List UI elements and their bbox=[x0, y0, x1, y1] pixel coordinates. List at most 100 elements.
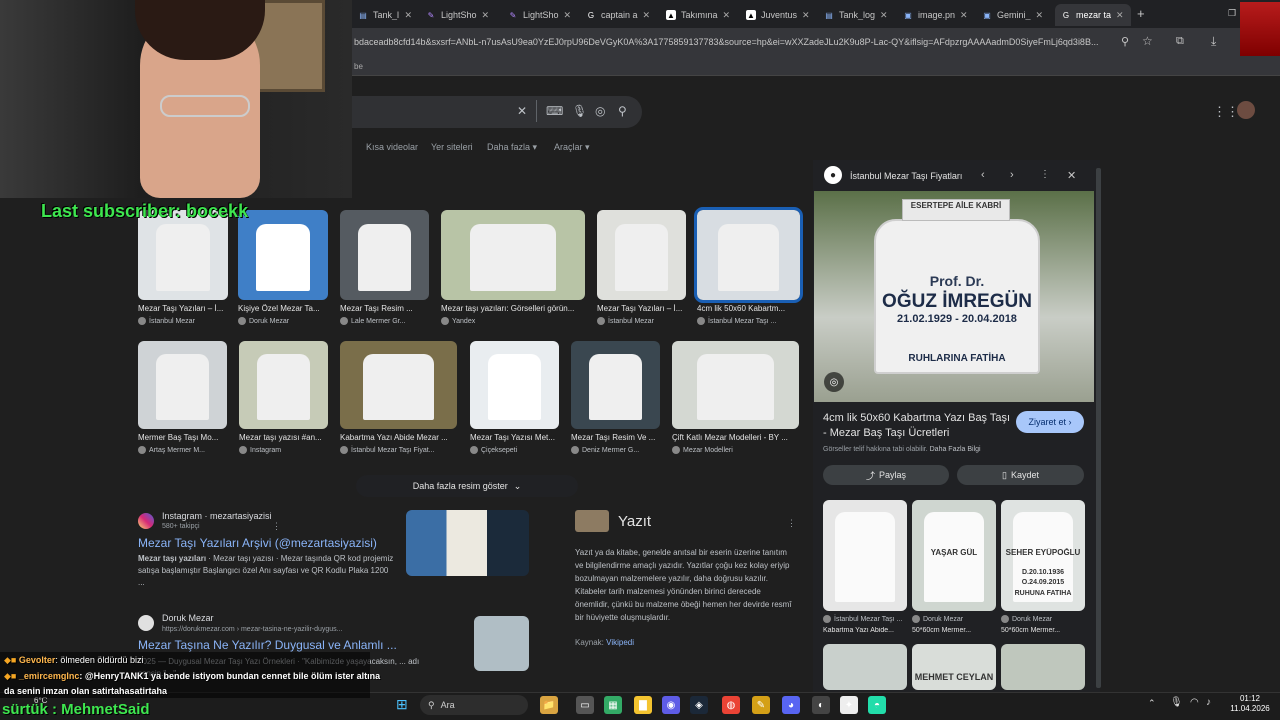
image-thumbnail[interactable] bbox=[340, 210, 429, 300]
result-thumbnail[interactable] bbox=[474, 616, 529, 671]
close-tab-icon[interactable]: ✕ bbox=[802, 10, 810, 21]
browser-tab[interactable]: ▣ Gemini_ ✕ bbox=[976, 4, 1053, 26]
close-tab-icon[interactable]: ✕ bbox=[482, 10, 490, 21]
image-caption[interactable]: Kabartma Yazı Abide Mezar ... bbox=[340, 433, 457, 442]
app-icon[interactable]: ◐ bbox=[812, 696, 830, 714]
image-caption[interactable]: Mezar Taşı Resim ... bbox=[340, 304, 429, 313]
next-icon[interactable]: › bbox=[1010, 169, 1014, 181]
new-tab-button[interactable]: + bbox=[1137, 6, 1145, 21]
file-explorer-icon[interactable]: 📁 bbox=[540, 696, 558, 714]
download-icon[interactable]: ⤓ bbox=[1211, 34, 1216, 49]
close-tab-icon[interactable]: ✕ bbox=[723, 10, 731, 21]
mic-icon[interactable]: 🎙 bbox=[1170, 697, 1183, 708]
image-caption[interactable]: Mermer Baş Taşı Mo... bbox=[138, 433, 227, 442]
filter-tab[interactable]: Daha fazla ▾ bbox=[487, 142, 537, 153]
bookmark-item[interactable]: be bbox=[354, 62, 363, 71]
browser-tab[interactable]: Gcaptain a ✕ bbox=[580, 4, 658, 26]
browser-tab[interactable]: ✎ LightSho ✕ bbox=[502, 4, 578, 26]
close-tab-icon[interactable]: ✕ bbox=[643, 10, 651, 21]
visit-button[interactable]: Ziyaret et › bbox=[1016, 411, 1084, 433]
clear-icon[interactable]: ✕ bbox=[517, 104, 527, 118]
prev-icon[interactable]: ‹ bbox=[981, 169, 985, 181]
related-caption[interactable]: 50*60cm Mermer... bbox=[1001, 627, 1085, 634]
lens-icon[interactable]: ◎ bbox=[824, 372, 844, 392]
image-caption[interactable]: Mezar taşı yazıları: Görselleri görün... bbox=[441, 304, 585, 313]
avatar[interactable] bbox=[1237, 101, 1255, 119]
filter-tab[interactable]: Araçlar ▾ bbox=[554, 142, 590, 153]
image-caption[interactable]: Mezar Taşı Yazıları – İ... bbox=[138, 304, 228, 313]
panel-site-name[interactable]: İstanbul Mezar Taşı Fiyatları bbox=[850, 171, 962, 181]
app-icon[interactable]: ◓ bbox=[868, 696, 886, 714]
image-thumbnail[interactable] bbox=[138, 341, 227, 429]
save-button[interactable]: ▯ Kaydet bbox=[957, 465, 1084, 485]
keyboard-icon[interactable]: ⌨ bbox=[546, 104, 563, 118]
app-icon[interactable]: ✦ bbox=[840, 696, 858, 714]
related-image[interactable] bbox=[823, 644, 907, 690]
extensions-icon[interactable]: ⧉ bbox=[1176, 35, 1184, 48]
calculator-icon[interactable]: ▦ bbox=[604, 696, 622, 714]
wifi-icon[interactable]: ◠ bbox=[1190, 697, 1199, 708]
volume-icon[interactable]: ♪ bbox=[1206, 697, 1211, 708]
image-caption[interactable]: 4cm lik 50x60 Kabartm... bbox=[697, 304, 800, 313]
image-caption[interactable]: Çift Katlı Mezar Modelleri - BY ... bbox=[672, 433, 799, 442]
sticky-notes-icon[interactable]: ✎ bbox=[752, 696, 770, 714]
image-thumbnail[interactable] bbox=[238, 210, 328, 300]
image-thumbnail[interactable] bbox=[340, 341, 457, 429]
browser-tab[interactable]: ▲ Takımına ✕ bbox=[660, 4, 738, 26]
taskbar-search[interactable]: ⚲ Ara bbox=[420, 695, 528, 715]
browser-tab[interactable]: Gmezar ta ✕ bbox=[1055, 4, 1131, 26]
close-icon[interactable]: ✕ bbox=[1067, 169, 1076, 182]
browser-tab[interactable]: ✎ LightSho ✕ bbox=[420, 4, 498, 26]
browser-tab[interactable]: ▣ image.pn ✕ bbox=[897, 4, 974, 26]
more-vert-icon[interactable]: ⋮ bbox=[787, 518, 796, 529]
filter-tab[interactable]: Kısa videolar bbox=[366, 142, 418, 152]
close-tab-icon[interactable]: ✕ bbox=[1116, 10, 1124, 21]
discord-icon[interactable]: ◕ bbox=[782, 696, 800, 714]
app-icon[interactable]: ◉ bbox=[662, 696, 680, 714]
image-thumbnail[interactable] bbox=[597, 210, 686, 300]
image-thumbnail[interactable] bbox=[672, 341, 799, 429]
more-info-link[interactable]: Daha Fazla Bilgi bbox=[930, 446, 981, 453]
related-image[interactable] bbox=[912, 644, 996, 690]
image-caption[interactable]: Mezar Taşı Resim Ve ... bbox=[571, 433, 660, 442]
mic-icon[interactable]: 🎙 bbox=[572, 104, 587, 118]
close-tab-icon[interactable]: ✕ bbox=[880, 10, 888, 21]
result-title-link[interactable]: Mezar Taşı Yazıları Arşivi (@mezartasiya… bbox=[138, 536, 377, 550]
close-tab-icon[interactable]: ✕ bbox=[1036, 10, 1044, 21]
image-thumbnail[interactable] bbox=[694, 207, 803, 303]
related-image[interactable] bbox=[1001, 644, 1085, 690]
bookmark-star-icon[interactable]: ☆ bbox=[1142, 34, 1153, 48]
filter-tab[interactable]: Yer siteleri bbox=[431, 142, 473, 152]
image-caption[interactable]: Mezar taşı yazısı #an... bbox=[239, 433, 328, 442]
related-caption[interactable]: 50*60cm Mermer... bbox=[912, 627, 996, 634]
result-title-link[interactable]: Mezar Taşına Ne Yazılır? Duygusal ve Anl… bbox=[138, 638, 397, 652]
image-thumbnail[interactable] bbox=[571, 341, 660, 429]
browser-tab[interactable]: ▲ Juventus ✕ bbox=[740, 4, 816, 26]
share-button[interactable]: ⤴ Paylaş bbox=[823, 465, 949, 485]
browser-tab[interactable]: ▤ Tank_log ✕ bbox=[352, 4, 418, 26]
image-thumbnail[interactable] bbox=[441, 210, 585, 300]
wikipedia-link[interactable]: Vikipedi bbox=[606, 638, 634, 647]
related-image[interactable] bbox=[823, 500, 907, 611]
folder-icon[interactable]: ▇ bbox=[634, 696, 652, 714]
close-tab-icon[interactable]: ✕ bbox=[404, 10, 412, 21]
image-caption[interactable]: Mezar Taşı Yazıları – İ... bbox=[597, 304, 686, 313]
related-caption[interactable]: Kabartma Yazı Abide... bbox=[823, 627, 907, 634]
steam-icon[interactable]: ◈ bbox=[690, 696, 708, 714]
more-vert-icon[interactable]: ⋮ bbox=[1040, 169, 1050, 180]
more-images-button[interactable]: Daha fazla resim göster ⌄ bbox=[356, 475, 578, 497]
close-tab-icon[interactable]: ✕ bbox=[564, 10, 572, 21]
panel-scrollbar[interactable] bbox=[1096, 168, 1101, 688]
image-caption[interactable]: Mezar Taşı Yazısı Met... bbox=[470, 433, 559, 442]
windows-start-icon[interactable]: ⊞ bbox=[396, 696, 408, 713]
clock[interactable]: 01:12 11.04.2026 bbox=[1230, 694, 1270, 714]
chrome-icon[interactable]: ◍ bbox=[722, 696, 740, 714]
restore-icon[interactable]: ❐ bbox=[1228, 8, 1236, 19]
browser-tab[interactable]: ▤ Tank_log ✕ bbox=[818, 4, 895, 26]
lens-icon[interactable]: ◎ bbox=[595, 104, 605, 118]
url-field[interactable]: bdaceadb8cfd14b&sxsrf=ANbL-n7usAsU9ea0Yz… bbox=[354, 37, 1114, 47]
search-icon[interactable]: ⚲ bbox=[618, 104, 627, 118]
image-caption[interactable]: Kişiye Özel Mezar Ta... bbox=[238, 304, 328, 313]
close-tab-icon[interactable]: ✕ bbox=[960, 10, 968, 21]
zoom-icon[interactable]: ⚲ bbox=[1121, 35, 1129, 48]
